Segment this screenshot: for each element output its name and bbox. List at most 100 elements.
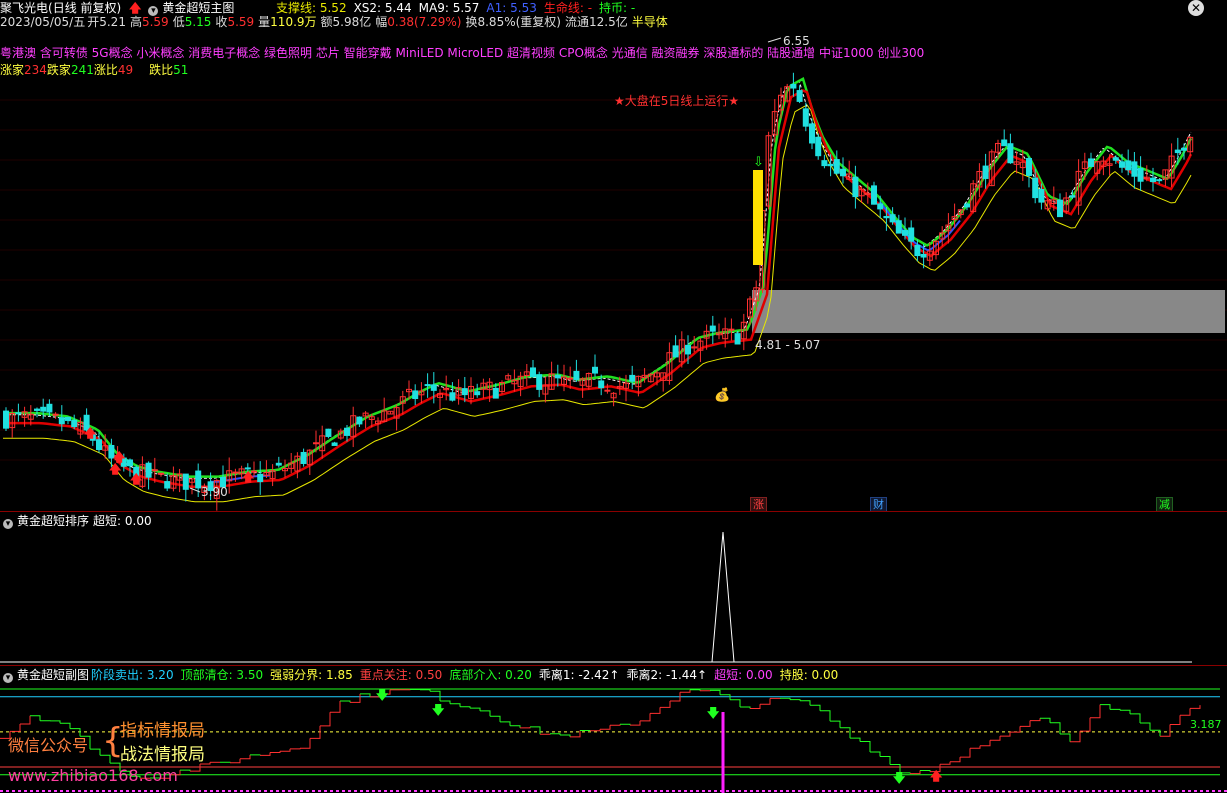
sell-arrow-icon: 🡇 [376,688,389,702]
oscillator-step [800,700,811,706]
candle-body [672,345,679,358]
candle-body [412,390,419,400]
sub2-menu-icon[interactable]: ▾ [3,673,13,683]
candle-body [809,123,815,144]
oscillator-step [600,725,611,730]
oscillator-step [420,689,431,692]
tag-cai[interactable]: 财 [870,497,887,512]
watermark-wechat: 微信公众号 [8,736,89,755]
oscillator-step [60,722,71,729]
candle-body [257,473,264,483]
candle-body [127,459,133,467]
buy-arrow-icon: 🡅 [242,470,255,484]
candle-body [325,428,332,437]
oscillator-step [760,698,771,705]
sub2-title[interactable]: 黄金超短副图 [17,668,89,682]
oscillator-step [340,700,351,703]
indicator-value: 阶段卖出: 3.20 [91,668,174,682]
oscillator-step [620,723,631,726]
candle-body [536,374,543,390]
oscillator-step [640,713,651,722]
oscillator-step [1080,717,1091,732]
oscillator-step [660,701,671,708]
tag-jian[interactable]: 减 [1156,497,1173,512]
oscillator-step [540,733,551,735]
tag-zhang[interactable]: 涨 [750,497,767,512]
candle-body [449,392,456,401]
buy-arrow-icon: 🡅 [109,462,122,476]
oscillator-step [1060,733,1071,742]
candle-body [461,388,468,396]
candle-body [96,439,102,450]
candle-body [1032,177,1039,199]
indicator-value: 乖离2: -1.44↑ [626,668,708,682]
watermark-line2: 战法情报局 [120,745,205,765]
oscillator-step [790,699,801,701]
candle-body [877,203,884,210]
oscillator-step [810,704,821,711]
oscillator-step [820,710,831,722]
candle-body [430,384,437,391]
candle-body [902,230,908,236]
candle-body [908,227,915,242]
oscillator-step [1170,715,1181,725]
candle-body [71,419,78,428]
candle-body [331,442,338,446]
candle-body [275,462,282,466]
candle-body [629,374,636,382]
candle-body [182,473,189,490]
oscillator-step [780,697,791,700]
candle-body [58,417,65,425]
candle-body [300,451,307,464]
oscillator-step [650,707,661,714]
sub1-menu-icon[interactable]: ▾ [3,519,13,529]
high-pointer [767,37,782,43]
oscillator-step [270,751,281,753]
oscillator-step [940,761,951,765]
sell-arrow-icon: 🡇 [707,706,720,720]
candle-body [1125,160,1132,171]
candle-body [1069,195,1076,198]
candle-body [313,442,319,445]
candle-body [1131,161,1138,177]
candle-body [895,220,902,234]
oscillator-step [1150,729,1161,737]
sub1-title[interactable]: 黄金超短排序 [17,514,89,528]
candle-body [164,481,171,489]
oscillator-step [550,733,561,735]
oscillator-step [960,748,971,758]
oscillator-step [740,706,751,709]
candle-body [1001,139,1008,147]
oscillator-step [980,740,991,747]
oscillator-step [1160,724,1171,737]
candle-body [344,427,350,436]
oscillator-step [450,703,461,707]
oscillator-step [290,748,301,750]
oscillator-step [90,748,101,756]
oscillator-step [950,757,961,763]
candle-body [840,168,846,177]
candle-body [604,389,611,392]
candle-body [871,185,877,205]
oscillator-step [230,758,241,764]
oscillator-step [590,729,601,732]
oscillator-step [10,724,21,732]
oscillator-step [630,720,641,726]
high-price-label: 6.55 [783,34,810,48]
oscillator-step [240,754,251,760]
oscillator-step [730,699,741,707]
sub1-value: 超短: 0.00 [93,514,152,528]
candle-body [982,165,989,179]
oscillator-step [860,741,871,752]
candle-body [52,413,59,416]
watermark-url: www.zhibiao168.com [8,766,178,785]
oscillator-step [490,715,501,722]
indicator-value: 重点关注: 0.50 [359,668,443,682]
indicator-value: 持股: 0.00 [779,668,839,682]
candle-body [46,403,53,413]
oscillator-step [1010,726,1021,733]
xs2-line [3,79,1192,479]
candle-body [530,367,536,378]
oscillator-step [280,748,291,752]
candle-body [827,163,834,167]
